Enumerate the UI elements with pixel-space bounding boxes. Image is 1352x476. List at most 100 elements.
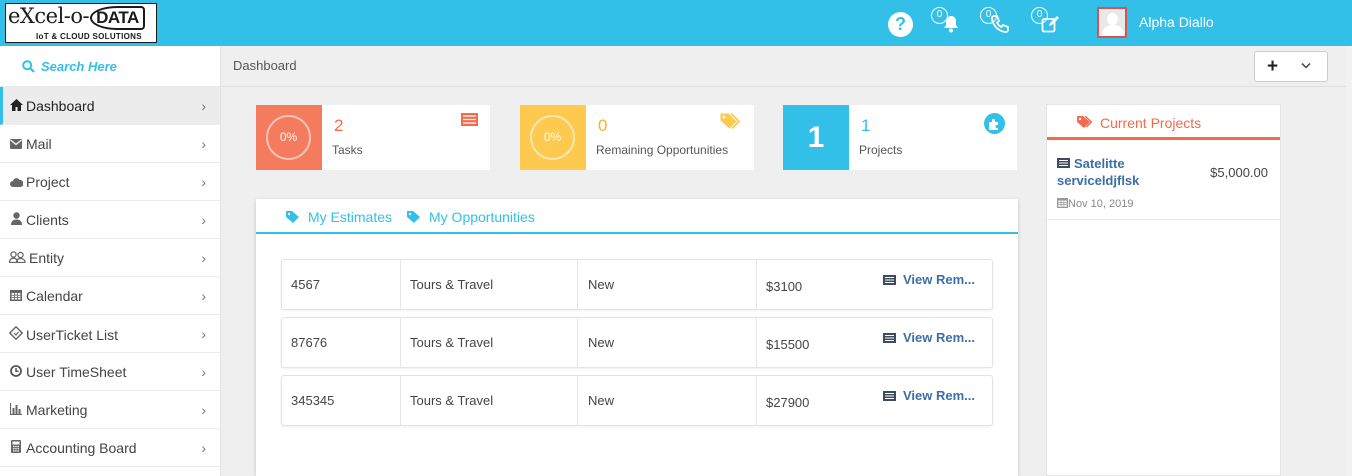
- sidebar-item-userticket-list[interactable]: UserTicket List ›: [0, 315, 220, 353]
- tag-icon: [407, 211, 420, 223]
- estimate-amount: $3100: [766, 279, 803, 294]
- chevron-down-icon: [1301, 58, 1311, 72]
- list-icon: [1057, 155, 1070, 172]
- progress-ring: 0%: [266, 115, 311, 160]
- estimate-category: Tours & Travel: [401, 318, 578, 367]
- view-reminder-link[interactable]: View Rem...: [883, 272, 975, 288]
- estimate-status: New: [578, 260, 757, 309]
- sidebar-item-entity[interactable]: Entity ›: [0, 239, 220, 277]
- page-scrollbar[interactable]: [1346, 46, 1352, 476]
- edit-icon: [1041, 16, 1059, 33]
- ticket-icon: [8, 325, 24, 343]
- cloud-icon: [9, 176, 24, 190]
- progress-ring: 0%: [530, 115, 575, 160]
- stat-card-remaining-opportunities[interactable]: 0% 0 Remaining Opportunities: [520, 105, 754, 170]
- top-navbar: eXcel-o- DATA IoT & CLOUD SOLUTIONS ? 0 0…: [0, 0, 1352, 46]
- stat-label: Projects: [859, 143, 903, 157]
- project-list-item[interactable]: Satelitte serviceldjflsk $5,000.00 Nov 1…: [1047, 140, 1280, 220]
- estimate-status: New: [578, 376, 757, 425]
- stat-label: Tasks: [332, 143, 363, 157]
- user-avatar[interactable]: [1097, 7, 1127, 38]
- chevron-right-icon: ›: [201, 136, 206, 152]
- current-projects-panel: Current Projects Satelitte serviceldjfls…: [1046, 104, 1281, 476]
- estimate-id: 87676: [282, 318, 401, 367]
- chevron-right-icon: ›: [201, 440, 206, 456]
- chevron-right-icon: ›: [201, 212, 206, 228]
- bell-icon: [944, 16, 958, 33]
- chevron-right-icon: ›: [201, 174, 206, 190]
- calendar-icon: [9, 289, 23, 304]
- calendar-icon: [1057, 198, 1068, 208]
- envelope-icon: [9, 138, 23, 152]
- add-new-dropdown-button[interactable]: +: [1254, 51, 1328, 82]
- tab-my-estimates[interactable]: My Estimates: [286, 209, 392, 225]
- breadcrumb: Dashboard: [233, 58, 297, 73]
- clock-icon: [9, 365, 23, 380]
- plus-icon: +: [1267, 56, 1279, 77]
- estimate-status: New: [578, 318, 757, 367]
- project-date: Nov 10, 2019: [1057, 197, 1133, 210]
- breadcrumb-bar: Dashboard +: [221, 46, 1352, 87]
- home-icon: [9, 99, 23, 114]
- view-reminder-link[interactable]: View Rem...: [883, 330, 975, 346]
- table-row[interactable]: 87676 Tours & Travel New $15500 View Rem…: [281, 317, 993, 368]
- view-reminder-link[interactable]: View Rem...: [883, 388, 975, 404]
- chevron-right-icon: ›: [201, 326, 206, 342]
- estimate-amount: $15500: [766, 337, 810, 352]
- sidebar-item-user-timesheet[interactable]: User TimeSheet ›: [0, 353, 220, 391]
- user-icon: [9, 212, 23, 228]
- tags-icon: [720, 112, 742, 133]
- tasks-button[interactable]: 0: [1031, 7, 1066, 36]
- sidebar-item-calendar[interactable]: Calendar ›: [0, 277, 220, 315]
- sidebar-item-accounting-board[interactable]: Accounting Board ›: [0, 429, 220, 467]
- list-icon: [883, 273, 896, 288]
- chevron-right-icon: ›: [201, 364, 206, 380]
- chevron-right-icon: ›: [201, 250, 206, 266]
- chevron-right-icon: ›: [201, 288, 206, 304]
- search-icon: [22, 60, 35, 73]
- notifications-button[interactable]: 0: [931, 7, 966, 36]
- project-amount: $5,000.00: [1210, 165, 1268, 180]
- tags-icon: [1077, 115, 1093, 128]
- calls-button[interactable]: 0: [980, 7, 1015, 36]
- sidebar-item-clients[interactable]: Clients ›: [0, 201, 220, 239]
- estimate-category: Tours & Travel: [401, 376, 578, 425]
- chevron-right-icon: ›: [201, 402, 206, 418]
- list-icon: [883, 331, 896, 346]
- stat-card-projects[interactable]: 1 1 Projects: [783, 105, 1017, 170]
- sidebar-item-marketing[interactable]: Marketing ›: [0, 391, 220, 429]
- calculator-icon: [9, 440, 23, 456]
- estimate-id: 4567: [282, 260, 401, 309]
- brand-logo[interactable]: eXcel-o- DATA IoT & CLOUD SOLUTIONS: [5, 3, 157, 43]
- sidebar: Search Here Dashboard › Mail › Project ›…: [0, 46, 221, 476]
- stat-color-block: 0%: [256, 105, 322, 170]
- search-placeholder: Search Here: [41, 59, 117, 74]
- stat-value: 2: [334, 116, 344, 135]
- table-row[interactable]: 4567 Tours & Travel New $3100 View Rem..…: [281, 259, 993, 310]
- estimate-amount: $27900: [766, 395, 810, 410]
- users-icon: [8, 251, 26, 266]
- estimates-panel: My Estimates My Opportunities 4567 Tours…: [256, 199, 1018, 476]
- phone-icon: [991, 15, 1009, 33]
- project-name-link[interactable]: Satelitte serviceldjflsk: [1057, 155, 1197, 189]
- current-projects-header: Current Projects: [1047, 105, 1280, 140]
- estimate-id: 345345: [282, 376, 401, 425]
- table-row[interactable]: 345345 Tours & Travel New $27900 View Re…: [281, 375, 993, 426]
- puzzle-icon: [984, 113, 1005, 137]
- help-icon[interactable]: ?: [888, 12, 913, 37]
- sidebar-item-project[interactable]: Project ›: [0, 163, 220, 201]
- sidebar-search[interactable]: Search Here: [0, 46, 220, 87]
- sidebar-item-mail[interactable]: Mail ›: [0, 125, 220, 163]
- stat-value: 0: [598, 116, 608, 135]
- stat-big-number: 1: [807, 121, 825, 154]
- tag-icon: [286, 211, 299, 223]
- sidebar-item-dashboard[interactable]: Dashboard ›: [0, 87, 220, 125]
- estimate-category: Tours & Travel: [401, 260, 578, 309]
- chevron-right-icon: ›: [201, 98, 206, 114]
- estimates-tabs: My Estimates My Opportunities: [256, 199, 1018, 234]
- stat-label: Remaining Opportunities: [596, 143, 729, 157]
- stat-card-tasks[interactable]: 0% 2 Tasks: [256, 105, 490, 170]
- list-icon: [461, 113, 478, 129]
- user-name[interactable]: Alpha Diallo: [1139, 14, 1214, 30]
- tab-my-opportunities[interactable]: My Opportunities: [407, 209, 535, 225]
